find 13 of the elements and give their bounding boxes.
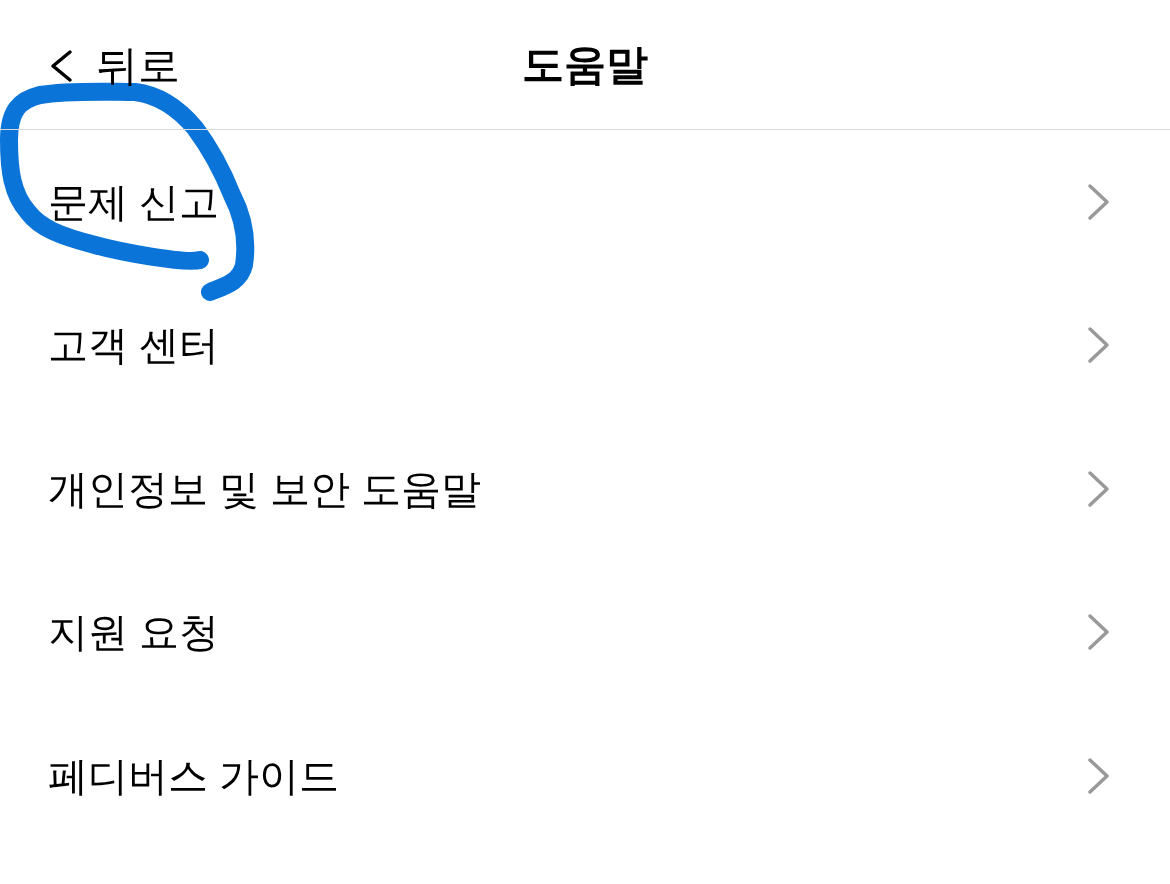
- back-button[interactable]: 뒤로: [48, 42, 180, 87]
- menu-item[interactable]: 페디버스 가이드: [0, 704, 1170, 848]
- chevron-right-icon: [1086, 468, 1112, 509]
- menu-item[interactable]: 문제 신고: [0, 130, 1170, 274]
- chevron-right-icon: [1086, 755, 1112, 796]
- chevron-right-icon: [1086, 181, 1112, 222]
- back-chevron-icon: [48, 48, 74, 83]
- menu-item[interactable]: 지원 요청: [0, 560, 1170, 704]
- chevron-right-icon: [1086, 325, 1112, 366]
- menu-item[interactable]: 개인정보 및 보안 도움말: [0, 417, 1170, 561]
- menu-item[interactable]: 고객 센터: [0, 273, 1170, 417]
- page-title: 도움말: [522, 43, 648, 86]
- chevron-right-icon: [1086, 612, 1112, 653]
